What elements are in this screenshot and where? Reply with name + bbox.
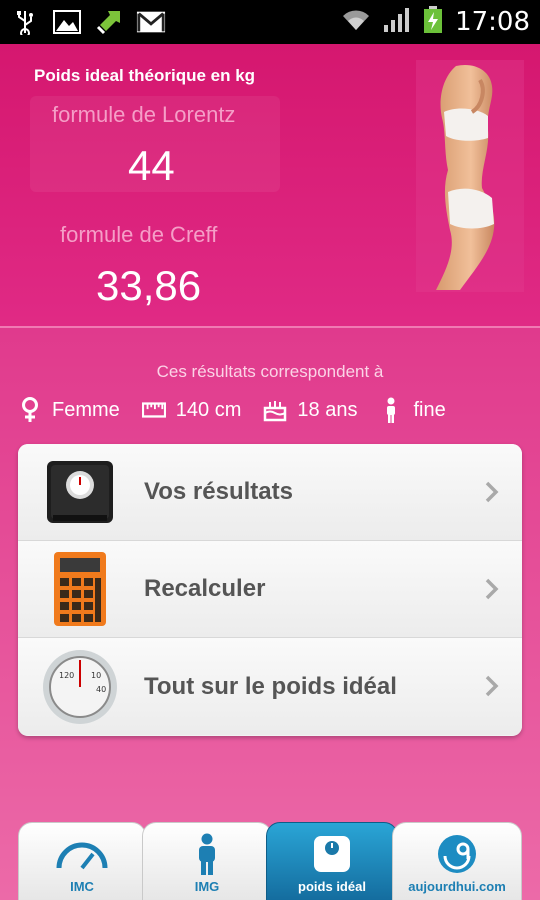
- scale-icon: [312, 833, 352, 875]
- tab-poids-ideal[interactable]: poids idéal: [266, 822, 398, 900]
- tab-img[interactable]: IMG: [142, 822, 272, 900]
- svg-text:40: 40: [96, 685, 106, 694]
- status-bar: 17:08: [0, 0, 540, 44]
- calculator-icon: [40, 550, 120, 628]
- menu-item-vos-resultats[interactable]: Vos résultats: [18, 444, 522, 541]
- lorentz-label: formule de Lorentz: [52, 102, 236, 127]
- person-icon: [193, 833, 221, 875]
- chevron-right-icon: [485, 481, 499, 503]
- signal-icon: [383, 7, 411, 37]
- height-value: 140 cm: [175, 398, 242, 421]
- image-icon: [52, 8, 82, 36]
- morphology-value: fine: [413, 398, 446, 421]
- results-intro: Ces résultats correspondent à: [156, 362, 384, 381]
- gender-value: Femme: [52, 398, 120, 421]
- bathroom-scale-icon: [40, 453, 120, 531]
- dial-scale-icon: 120 10 40: [40, 648, 120, 726]
- age-value: 18 ans: [297, 398, 358, 421]
- chevron-right-icon: [485, 578, 499, 600]
- menu-item-recalculer[interactable]: Recalculer: [18, 541, 522, 638]
- bottom-tab-bar: IMC IMG poids idéal aujourdhui.com: [0, 820, 540, 900]
- tab-label: IMC: [70, 879, 94, 894]
- wifi-icon: [341, 8, 371, 36]
- tab-imc[interactable]: IMC: [18, 822, 146, 900]
- age-info: 18 ans: [263, 398, 357, 422]
- height-info: 140 cm: [141, 398, 242, 422]
- gmail-icon: [136, 8, 166, 36]
- menu-list: Vos résultats Recalculer 120 10 40 Tout su…: [18, 444, 522, 736]
- person-icon: [379, 397, 403, 423]
- panel-title: Poids ideal théorique en kg: [34, 66, 256, 85]
- status-time: 17:08: [455, 7, 530, 37]
- creff-label: formule de Creff: [60, 222, 218, 247]
- chevron-right-icon: [485, 675, 499, 697]
- usb-icon: [10, 8, 40, 36]
- aujourdhui-logo-icon: [436, 833, 478, 875]
- sync-icon: [94, 8, 124, 36]
- cake-icon: [263, 398, 287, 422]
- profile-summary: Femme 140 cm 18 ans fine: [18, 394, 468, 426]
- tab-aujourdhui[interactable]: aujourdhui.com: [392, 822, 522, 900]
- female-icon: [18, 397, 42, 422]
- menu-item-label: Vos résultats: [144, 478, 293, 505]
- svg-text:10: 10: [91, 671, 101, 680]
- ideal-weight-panel: Poids ideal théorique en kg formule de L…: [0, 44, 540, 326]
- menu-item-label: Tout sur le poids idéal: [144, 672, 397, 700]
- gauge-icon: [55, 833, 109, 875]
- svg-text:120: 120: [59, 671, 74, 680]
- gender-info: Femme: [18, 397, 120, 422]
- menu-item-tout-sur-le-poids-ideal[interactable]: 120 10 40 Tout sur le poids idéal: [18, 638, 522, 735]
- battery-icon: [423, 6, 443, 38]
- morphology-info: fine: [379, 397, 446, 423]
- divider: [0, 326, 540, 328]
- tab-label: IMG: [194, 879, 220, 894]
- creff-value: 33,86: [96, 262, 202, 309]
- lorentz-value: 44: [128, 142, 175, 189]
- body-figure-image: [416, 60, 524, 292]
- tab-label: aujourdhui.com: [408, 879, 506, 894]
- tab-label: poids idéal: [298, 879, 366, 894]
- menu-item-label: Recalculer: [144, 575, 266, 602]
- ruler-icon: [141, 398, 166, 422]
